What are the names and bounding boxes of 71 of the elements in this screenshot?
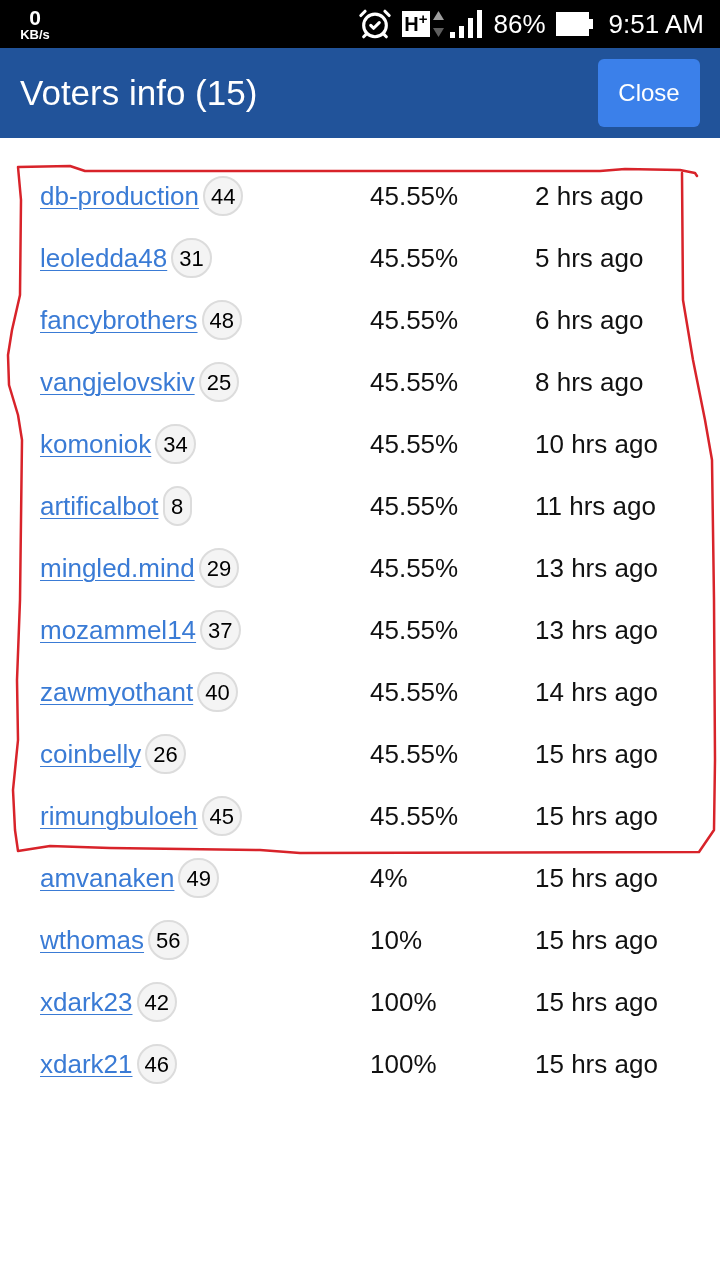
voter-name-link[interactable]: mingled.mind bbox=[40, 548, 195, 588]
close-button[interactable]: Close bbox=[598, 59, 700, 127]
reputation-badge: 26 bbox=[145, 734, 186, 774]
voter-name-link[interactable]: amvanaken bbox=[40, 858, 175, 898]
dialog-title: Voters info (15) bbox=[20, 71, 258, 114]
voter-name-link[interactable]: vangjelovskiv bbox=[40, 362, 195, 402]
battery-icon bbox=[555, 12, 593, 36]
vote-time: 15 hrs ago bbox=[535, 1047, 659, 1081]
voter-name-link[interactable]: coinbelly bbox=[40, 734, 142, 774]
vote-percent: 100% bbox=[370, 985, 438, 1019]
reputation-badge: 42 bbox=[136, 982, 177, 1022]
reputation-badge: 40 bbox=[197, 672, 238, 712]
data-arrows-icon bbox=[432, 11, 444, 37]
reputation-badge: 48 bbox=[201, 300, 242, 340]
vote-time: 15 hrs ago bbox=[535, 985, 659, 1019]
voter-name-link[interactable]: leoledda48 bbox=[40, 238, 168, 278]
vote-percent: 45.55% bbox=[370, 675, 460, 709]
vote-time: 8 hrs ago bbox=[535, 365, 645, 399]
vote-time: 6 hrs ago bbox=[535, 303, 645, 337]
voter-name-link[interactable]: xdark21 bbox=[40, 1044, 133, 1084]
vote-percent: 10% bbox=[370, 923, 424, 957]
reputation-badge: 56 bbox=[148, 920, 189, 960]
vote-time: 15 hrs ago bbox=[535, 737, 659, 771]
vote-percent: 45.55% bbox=[370, 427, 460, 461]
voter-name-link[interactable]: xdark23 bbox=[40, 982, 133, 1022]
vote-time: 13 hrs ago bbox=[535, 551, 659, 585]
reputation-badge: 49 bbox=[178, 858, 219, 898]
vote-time: 14 hrs ago bbox=[535, 675, 659, 709]
voter-name-link[interactable]: zawmyothant bbox=[40, 672, 194, 712]
voter-name-link[interactable]: mozammel14 bbox=[40, 610, 197, 650]
vote-percent: 45.55% bbox=[370, 489, 460, 523]
vote-time: 15 hrs ago bbox=[535, 799, 659, 833]
reputation-badge: 25 bbox=[198, 362, 240, 402]
speed-unit: KB/s bbox=[20, 28, 50, 41]
battery-percent: 86% bbox=[493, 7, 546, 41]
vote-percent: 4% bbox=[370, 861, 409, 895]
reputation-badge: 31 bbox=[171, 238, 212, 278]
vote-time: 10 hrs ago bbox=[535, 427, 659, 461]
network-type-badge: H$^{+}$ bbox=[402, 11, 430, 37]
reputation-badge: 34 bbox=[155, 424, 196, 464]
vote-percent: 45.55% bbox=[370, 365, 460, 399]
reputation-badge: 44 bbox=[203, 176, 244, 216]
vote-time: 15 hrs ago bbox=[535, 861, 659, 895]
vote-percent: 45.55% bbox=[370, 303, 460, 337]
alarm-clock-icon bbox=[358, 7, 393, 41]
reputation-badge: 45 bbox=[201, 796, 243, 836]
vote-time: 15 hrs ago bbox=[535, 923, 659, 957]
reputation-badge: 29 bbox=[198, 548, 240, 588]
voter-name-link[interactable]: rimungbuloeh bbox=[40, 796, 198, 836]
speed-value: 0 bbox=[29, 7, 41, 28]
reputation-badge: 37 bbox=[200, 610, 241, 650]
vote-time: 5 hrs ago bbox=[535, 241, 645, 275]
vote-percent: 45.55% bbox=[370, 179, 460, 213]
vote-time: 11 hrs ago bbox=[535, 489, 657, 523]
vote-percent: 45.55% bbox=[370, 613, 460, 647]
vote-time: 13 hrs ago bbox=[535, 613, 659, 647]
voter-name-link[interactable]: wthomas bbox=[40, 920, 145, 960]
vote-percent: 45.55% bbox=[370, 241, 460, 275]
voter-name-link[interactable]: fancybrothers bbox=[40, 300, 198, 340]
reputation-badge: 8 bbox=[162, 486, 192, 526]
vote-percent: 45.55% bbox=[370, 799, 460, 833]
vote-percent: 45.55% bbox=[370, 737, 460, 771]
reputation-badge: 46 bbox=[136, 1044, 177, 1084]
clock-time: 9:51 AM bbox=[608, 7, 704, 41]
voter-name-link[interactable]: db-production bbox=[40, 176, 199, 216]
voter-name-link[interactable]: artificalbot bbox=[40, 486, 159, 526]
signal-bars-icon bbox=[449, 10, 482, 38]
vote-time: 2 hrs ago bbox=[535, 179, 645, 213]
vote-percent: 100% bbox=[370, 1047, 438, 1081]
voter-name-link[interactable]: komoniok bbox=[40, 424, 152, 464]
vote-percent: 45.55% bbox=[370, 551, 460, 585]
